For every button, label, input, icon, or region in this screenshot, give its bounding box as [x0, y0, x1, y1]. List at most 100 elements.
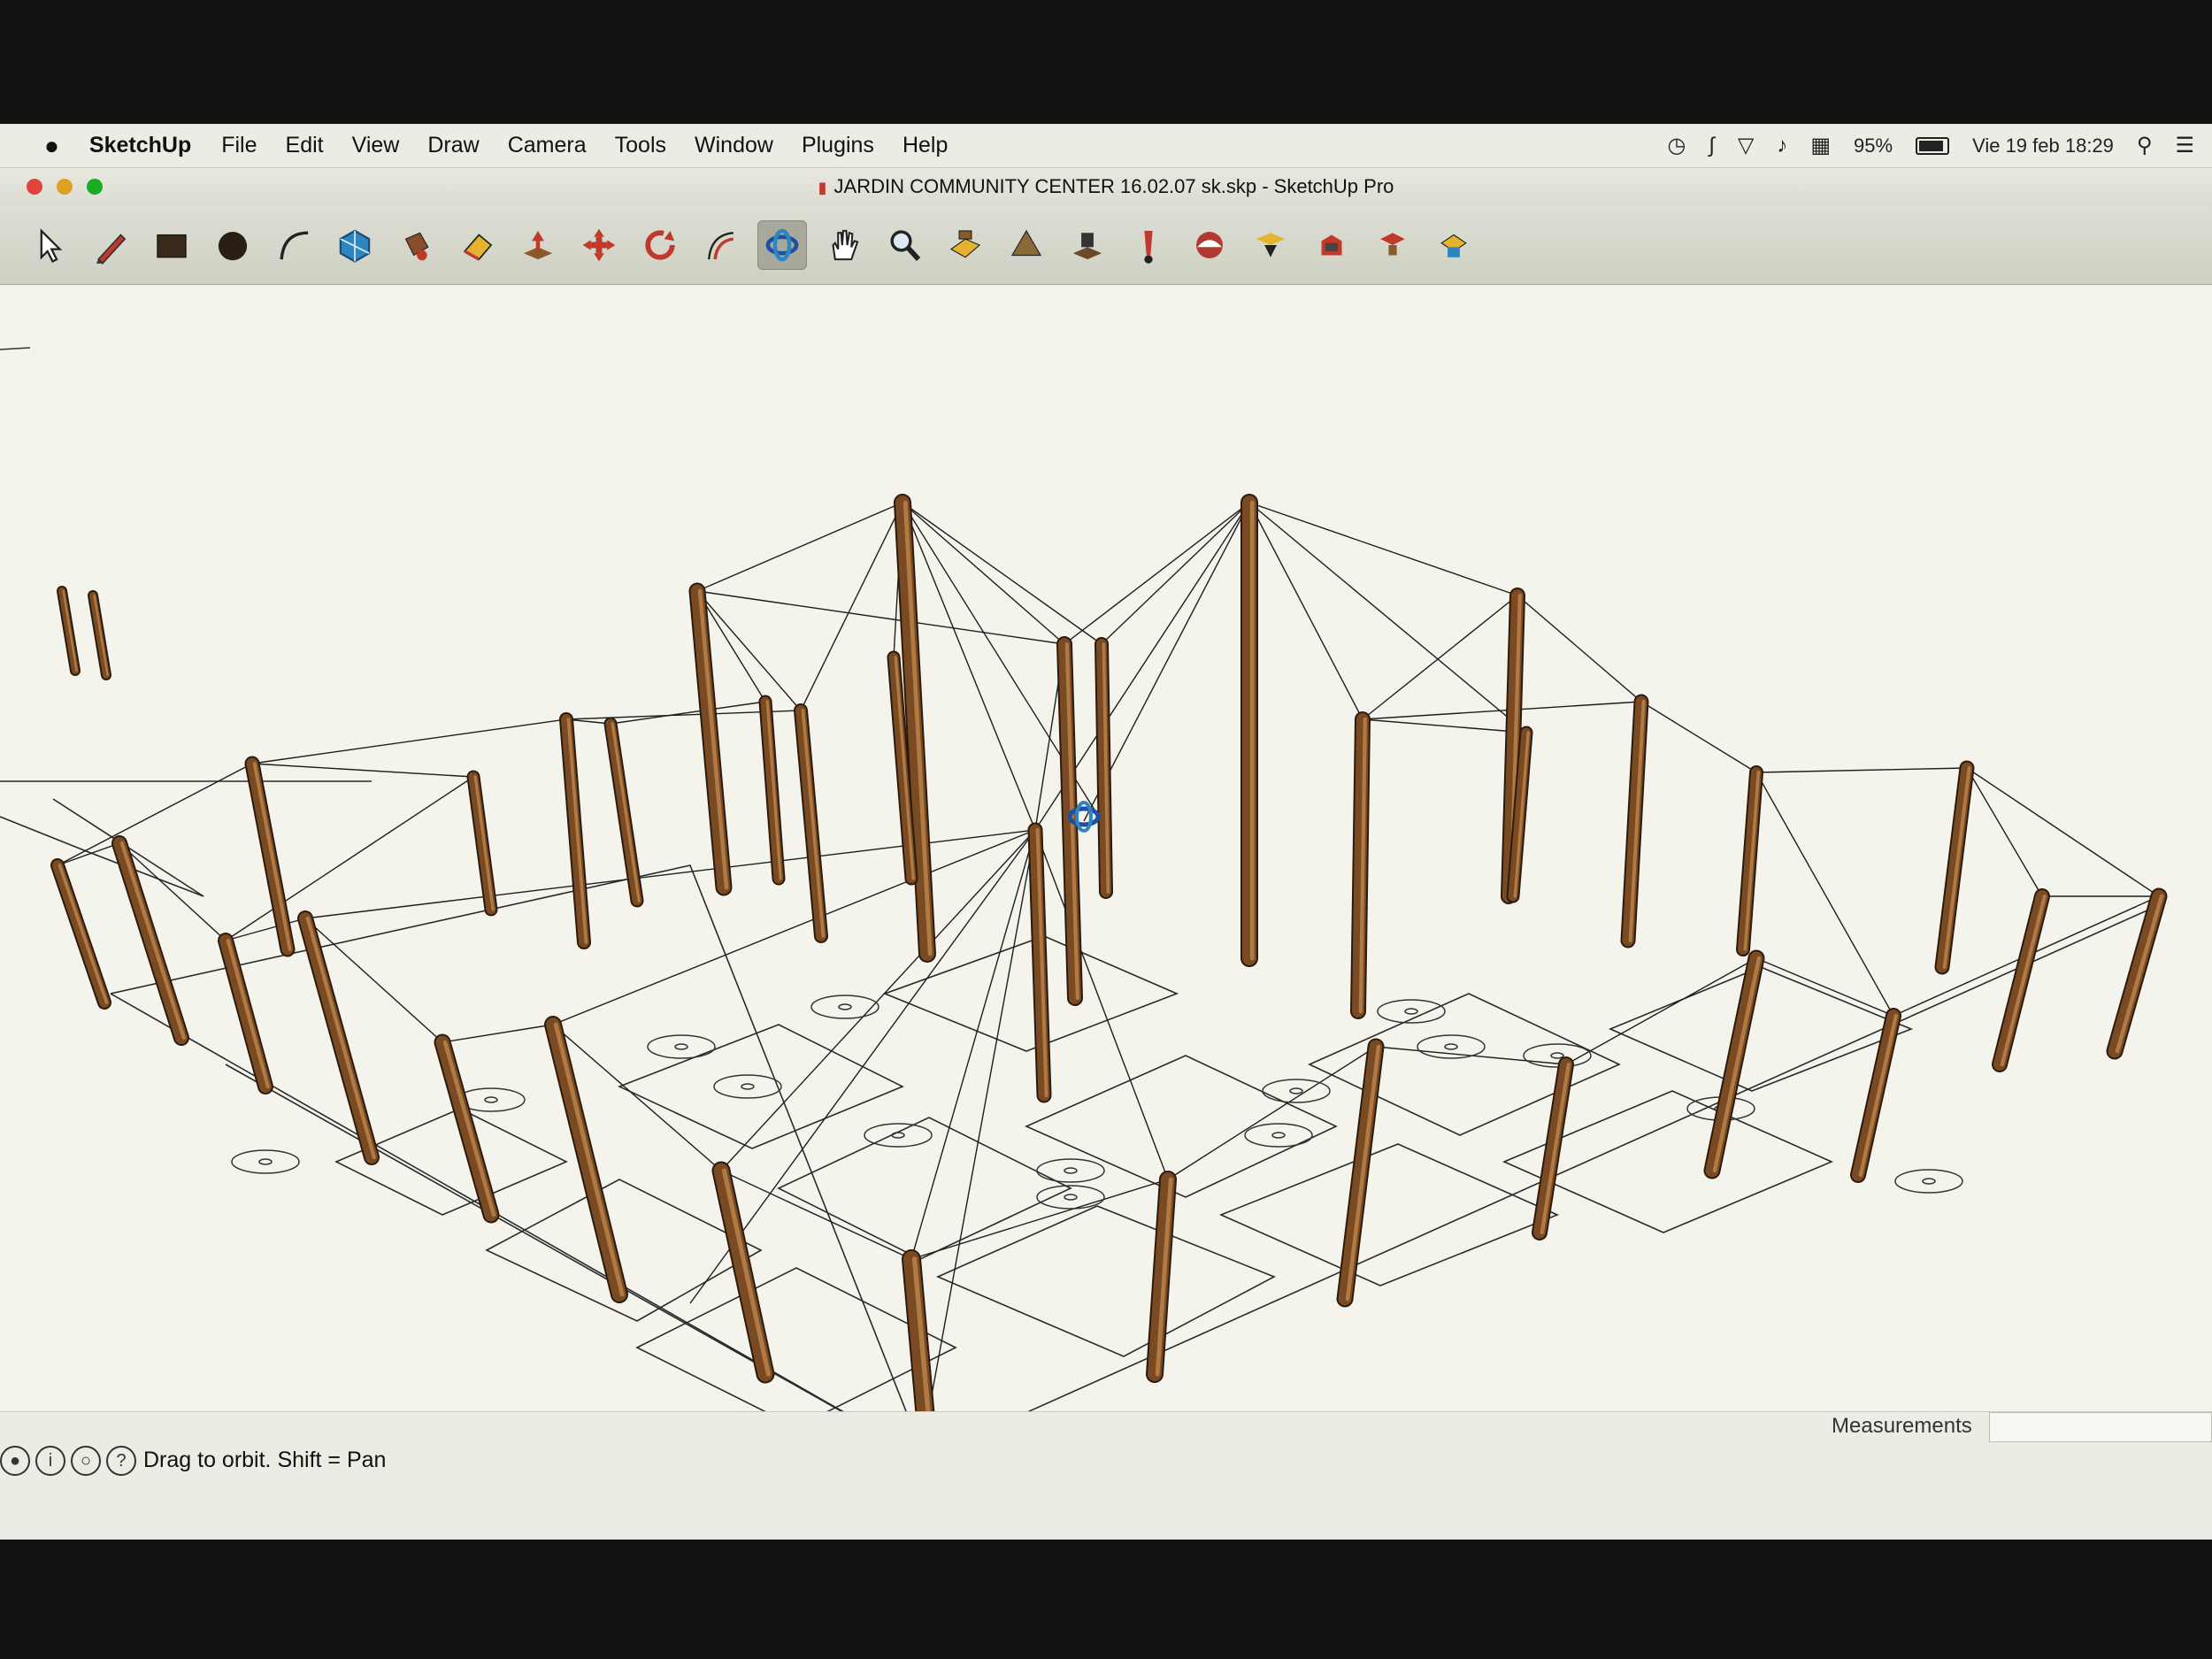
- menu-plugins[interactable]: Plugins: [802, 133, 874, 158]
- circle-tool-button[interactable]: [208, 220, 257, 270]
- get-models-icon: [1380, 232, 1405, 255]
- walk-tool-button[interactable]: [1185, 220, 1234, 270]
- menu-file[interactable]: File: [221, 133, 257, 158]
- move-arrows-icon: [582, 228, 616, 261]
- cable: [720, 829, 1036, 1171]
- rectangle-tool-button[interactable]: [147, 220, 196, 270]
- post: [2108, 889, 2166, 1058]
- clock[interactable]: Vie 19 feb 18:29: [1972, 134, 2114, 157]
- select-tool-button[interactable]: [25, 220, 74, 270]
- planter-center: [1444, 1043, 1458, 1050]
- post-highlight: [721, 1168, 771, 1377]
- pencil-tool-button[interactable]: [86, 220, 135, 270]
- planter-center: [1289, 1087, 1303, 1094]
- window-title-wrap: ▮ JARDIN COMMUNITY CENTER 16.02.07 sk.skp…: [0, 175, 2212, 198]
- credits-icon[interactable]: i: [35, 1446, 65, 1476]
- eye-icon: [1144, 230, 1153, 264]
- rotate-tool-button[interactable]: [635, 220, 685, 270]
- post: [1622, 695, 1647, 947]
- share-model-tool-button[interactable]: [1429, 220, 1479, 270]
- cable: [1755, 957, 1894, 1017]
- planter-ring: [713, 1074, 782, 1099]
- time-machine-icon[interactable]: ◷: [1667, 133, 1686, 158]
- status-message: Drag to orbit. Shift = Pan: [143, 1448, 387, 1472]
- planter-ring: [1036, 1158, 1105, 1183]
- make-component-tool-button[interactable]: [330, 220, 380, 270]
- menu-camera[interactable]: Camera: [508, 133, 587, 158]
- cable: [696, 590, 1065, 645]
- planter-ring: [1894, 1169, 1963, 1194]
- menu-window[interactable]: Window: [695, 133, 773, 158]
- axis-marker: [0, 347, 31, 350]
- cable: [902, 502, 1102, 645]
- planter-ring: [1036, 1185, 1105, 1210]
- planter-center: [891, 1132, 905, 1139]
- cable: [57, 763, 253, 866]
- paint-bucket-tool-button[interactable]: [391, 220, 441, 270]
- wifi-icon[interactable]: ▽: [1738, 133, 1754, 158]
- menu-draw[interactable]: Draw: [427, 133, 479, 158]
- model-drawing: [0, 347, 2168, 1411]
- battery-icon[interactable]: [1916, 136, 1950, 155]
- cable: [1101, 502, 1250, 645]
- app-menu[interactable]: SketchUp: [89, 133, 191, 158]
- menu-help[interactable]: Help: [902, 133, 948, 158]
- post-highlight: [2115, 894, 2164, 1054]
- planter-center: [1922, 1178, 1936, 1185]
- post: [435, 1035, 498, 1222]
- menu-tools[interactable]: Tools: [615, 133, 666, 158]
- post: [52, 860, 110, 1008]
- orbit-tool-button[interactable]: [757, 219, 807, 270]
- planter-center: [741, 1083, 755, 1090]
- geo-location-icon[interactable]: ●: [0, 1446, 30, 1476]
- push-pull-tool-button[interactable]: [513, 220, 563, 270]
- add-location-tool-button[interactable]: [1307, 220, 1356, 270]
- measurements-input[interactable]: [1989, 1412, 2212, 1442]
- apple-menu-icon[interactable]: ●: [44, 132, 59, 160]
- offset-tool-button[interactable]: [696, 220, 746, 270]
- cable: [1755, 772, 1894, 1017]
- planter-ring: [1417, 1034, 1486, 1059]
- menu-view[interactable]: View: [352, 133, 400, 158]
- section-plane-icon: [1256, 232, 1286, 257]
- zoom-extents-tool-button[interactable]: [941, 220, 990, 270]
- position-camera-tool-button[interactable]: [1063, 220, 1112, 270]
- pan-tool-button[interactable]: [818, 220, 868, 270]
- bluetooth-icon[interactable]: ∫: [1709, 134, 1715, 158]
- sign-in-icon[interactable]: ○: [71, 1446, 101, 1476]
- planter-center: [1064, 1194, 1078, 1201]
- cable: [251, 718, 567, 764]
- notification-center-icon[interactable]: ☰: [2175, 133, 2194, 158]
- keyboard-input-icon[interactable]: ▦: [1810, 133, 1831, 158]
- cable: [1966, 767, 2160, 897]
- cable: [1517, 595, 1642, 703]
- post-highlight: [58, 864, 109, 1004]
- post: [690, 584, 731, 895]
- battery-percentage[interactable]: 95%: [1854, 134, 1893, 157]
- section-plane-tool-button[interactable]: [1246, 220, 1295, 270]
- cable-lines: [57, 502, 2160, 1411]
- pencil-icon: [96, 233, 127, 265]
- post: [1338, 1040, 1383, 1306]
- previous-view-tool-button[interactable]: [1002, 220, 1051, 270]
- spotlight-icon[interactable]: ⚲: [2137, 133, 2153, 158]
- post: [1738, 767, 1762, 955]
- planter-center: [838, 1003, 852, 1010]
- cable: [1755, 767, 1968, 773]
- arc-tool-button[interactable]: [269, 220, 319, 270]
- drawing-viewport[interactable]: [0, 286, 2212, 1411]
- share-model-icon: [1440, 234, 1467, 257]
- menu-edit[interactable]: Edit: [286, 133, 324, 158]
- help-icon[interactable]: ?: [106, 1446, 136, 1476]
- look-around-tool-button[interactable]: [1124, 220, 1173, 270]
- menu-bar: ● SketchUp File Edit View Draw Camera To…: [0, 124, 2212, 168]
- volume-icon[interactable]: ♪: [1777, 134, 1787, 158]
- planter-center: [1550, 1052, 1564, 1059]
- zoom-tool-button[interactable]: [879, 220, 929, 270]
- move-tool-button[interactable]: [574, 220, 624, 270]
- planter-bed: [1025, 1055, 1338, 1198]
- get-models-tool-button[interactable]: [1368, 220, 1417, 270]
- post: [299, 912, 378, 1164]
- eraser-tool-button[interactable]: [452, 220, 502, 270]
- circle-icon: [218, 231, 248, 260]
